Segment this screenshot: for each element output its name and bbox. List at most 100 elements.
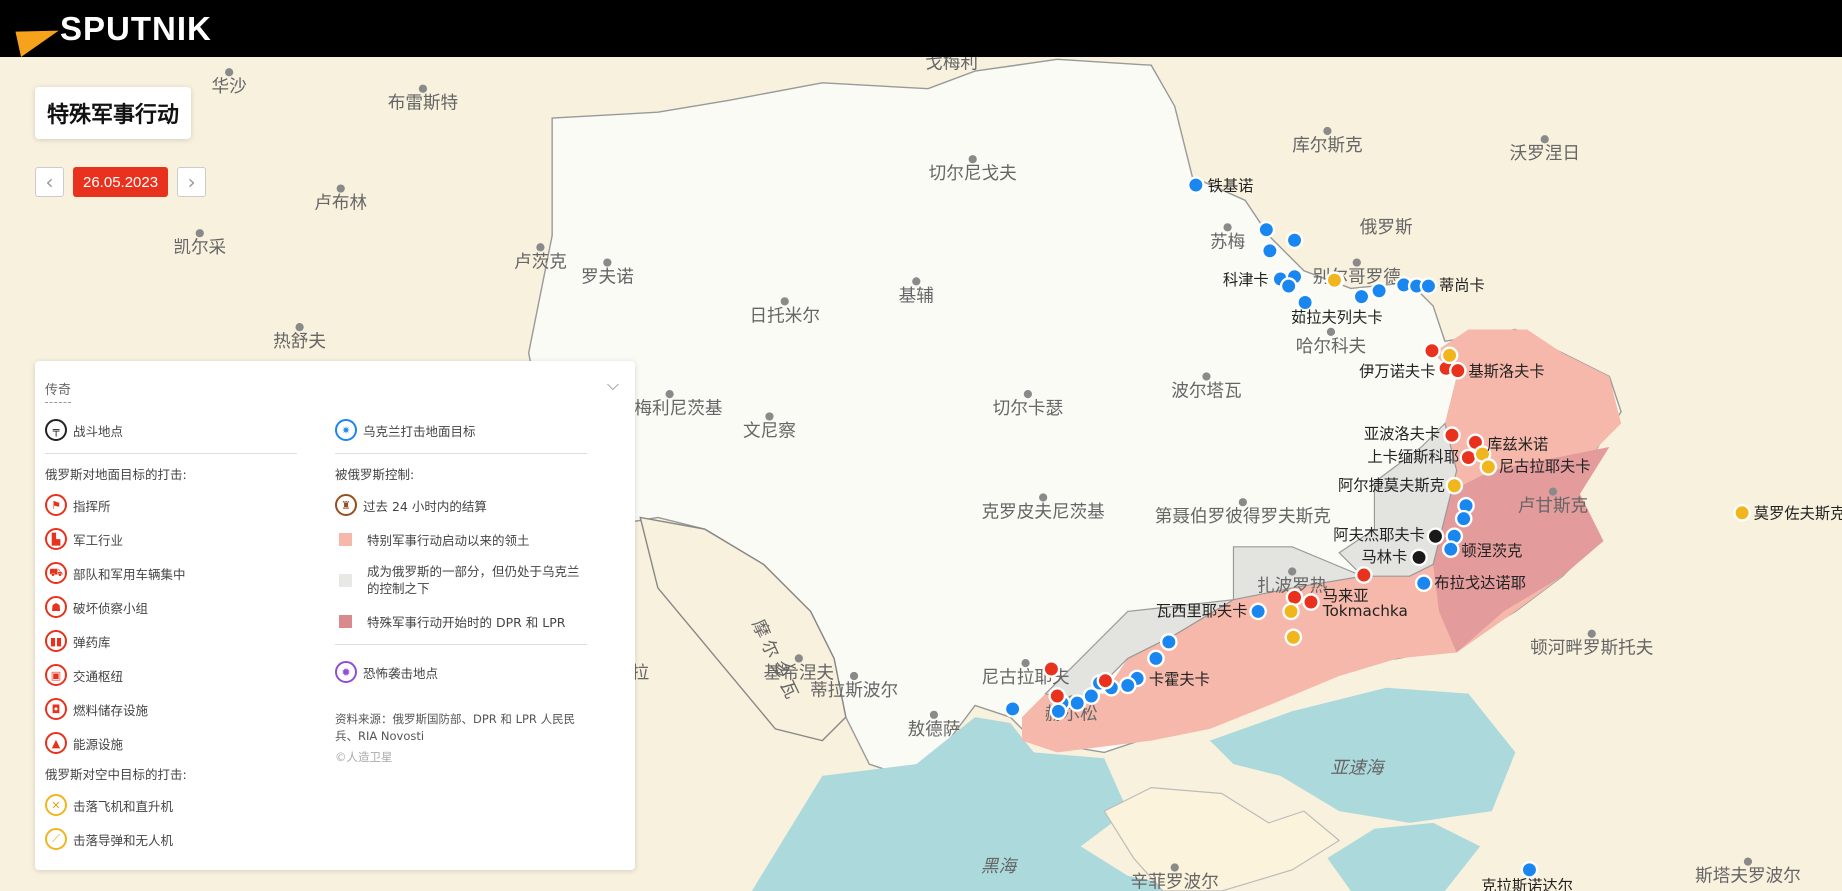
city-dot xyxy=(1288,567,1297,576)
russia-strike-marker[interactable] xyxy=(1355,566,1373,584)
combat-marker[interactable] xyxy=(1426,527,1445,546)
chevron-down-icon[interactable]: ⌵ xyxy=(607,375,619,395)
ukraine-strike-marker[interactable] xyxy=(1352,287,1371,306)
city-dot xyxy=(225,68,234,77)
city-label: 第聂伯罗彼得罗夫斯克 xyxy=(1155,507,1331,527)
air-strike-marker[interactable] xyxy=(1479,458,1498,476)
russia-strike-marker[interactable] xyxy=(1423,341,1441,360)
brand-logo[interactable]: SPUTNIK xyxy=(60,10,212,48)
marker-label: 顿涅茨克 xyxy=(1461,542,1522,560)
legend-item: 过去 24 小时内的结算 xyxy=(363,498,487,514)
marker-label: 库兹米诺 xyxy=(1487,435,1548,453)
marker-label: 阿夫杰耶夫卡 xyxy=(1333,526,1425,544)
city-dot xyxy=(1323,126,1332,136)
city-dot xyxy=(1223,223,1232,232)
russia-strike-marker[interactable] xyxy=(1096,671,1115,690)
current-date[interactable]: 26.05.2023 xyxy=(73,167,169,197)
ukraine-strike-marker[interactable] xyxy=(1118,676,1137,695)
russia-strike-marker[interactable] xyxy=(1302,593,1320,611)
city-dot xyxy=(1743,857,1753,866)
soldiers-icon: ☗ xyxy=(45,596,67,618)
legend-item: 成为俄罗斯的一部分，但仍处于乌克兰的控制之下 xyxy=(367,564,580,596)
marker-label: 莫罗佐夫斯克 xyxy=(1754,505,1842,523)
ukraine-strike-marker[interactable] xyxy=(1520,861,1539,879)
ukraine-strike-marker[interactable] xyxy=(1257,220,1276,239)
ukraine-strike-marker[interactable] xyxy=(1068,694,1087,712)
legend-item: 特殊军事行动开始时的 DPR 和 LPR xyxy=(367,614,566,630)
ukraine-strike-marker[interactable] xyxy=(1082,687,1101,705)
city-label: 戈梅利 xyxy=(925,57,978,74)
air-strike-marker[interactable] xyxy=(1325,271,1344,289)
fuel-tank-icon: ◘ xyxy=(45,698,67,720)
ukraine-strike-marker[interactable] xyxy=(1147,649,1165,668)
city-label: 卢甘斯克 xyxy=(1518,497,1588,517)
ukraine-strike-marker[interactable] xyxy=(1160,633,1178,651)
ukraine-strike-marker[interactable] xyxy=(1261,242,1279,260)
date-navigator: ‹ 26.05.2023 › xyxy=(35,167,207,197)
marker-label: 布拉戈达诺耶 xyxy=(1434,574,1526,592)
russia-strike-marker[interactable] xyxy=(1449,361,1467,380)
ukraine-strike-marker[interactable] xyxy=(1003,700,1022,718)
russia-strike-marker[interactable] xyxy=(1048,687,1067,705)
ukraine-strike-marker[interactable] xyxy=(1187,176,1205,194)
ukraine-strike-marker[interactable] xyxy=(1279,277,1298,295)
legend-combat: 战斗地点 xyxy=(73,423,124,439)
dpr-lpr-swatch xyxy=(339,614,352,628)
marker-label: 铁基诺 xyxy=(1208,177,1254,195)
legend-item: 指挥所 xyxy=(73,498,111,514)
flag-icon: ⚑ xyxy=(45,494,67,516)
marker-label: 亚波洛夫卡 xyxy=(1364,425,1440,443)
air-strike-marker[interactable] xyxy=(1445,476,1464,495)
city-label: 顿河畔罗斯托夫 xyxy=(1530,639,1654,659)
ukraine-strike-marker[interactable] xyxy=(1285,231,1304,250)
city-label: 日托米尔 xyxy=(750,306,820,326)
marker-label: 尼古拉耶夫卡 xyxy=(1499,458,1591,476)
marker-label: 科津卡 xyxy=(1223,271,1269,289)
ukraine-strike-marker[interactable] xyxy=(1414,574,1433,593)
city-dot xyxy=(1023,390,1033,399)
prev-date-button[interactable]: ‹ xyxy=(35,167,64,197)
next-date-button[interactable]: › xyxy=(177,167,207,197)
russia-strike-marker[interactable] xyxy=(1459,448,1478,467)
city-label: 基辅 xyxy=(899,286,934,306)
ukraine-strike-marker[interactable] xyxy=(1370,281,1388,300)
header: SPUTNIK xyxy=(0,0,1842,57)
legend-item: 燃料储存设施 xyxy=(73,702,149,718)
ukraine-strike-marker[interactable] xyxy=(1454,509,1473,528)
city-label: 亚速海 xyxy=(1330,759,1385,779)
city-label: 华沙 xyxy=(212,77,247,97)
city-dot xyxy=(1238,498,1247,507)
legend-item: 能源设施 xyxy=(73,736,124,752)
ukraine-strike-marker[interactable] xyxy=(1049,702,1068,721)
air-strike-marker[interactable] xyxy=(1282,602,1300,621)
legend-item: 击落飞机和直升机 xyxy=(73,798,174,814)
legend-item: 部队和军用车辆集中 xyxy=(73,566,186,582)
russia-strike-marker[interactable] xyxy=(1285,588,1304,607)
city-label: 斯塔夫罗波尔 xyxy=(1695,867,1801,887)
uncontrolled-swatch xyxy=(339,573,352,587)
train-icon: ▣ xyxy=(45,664,67,686)
legend-title[interactable]: 传奇 xyxy=(45,379,72,403)
russia-strike-marker[interactable] xyxy=(1042,660,1061,678)
legend-item: 交通枢纽 xyxy=(73,668,124,684)
legend-control-heading: 被俄罗斯控制: xyxy=(335,467,415,482)
ukraine-strike-marker[interactable] xyxy=(1249,602,1267,621)
legend-item: 军工行业 xyxy=(73,532,124,548)
city-dot xyxy=(1587,629,1596,638)
ukraine-strike-marker[interactable] xyxy=(1441,540,1460,558)
legend-source: 资料来源：俄罗斯国防部、DPR 和 LPR 人民民兵、RIA Novosti xyxy=(335,712,576,743)
combat-marker[interactable] xyxy=(1410,548,1428,567)
city-label: 文尼察 xyxy=(743,421,796,441)
rifle-icon: ╤ xyxy=(45,419,67,441)
russia-strike-marker[interactable] xyxy=(1443,426,1461,445)
city-label: 卢茨克 xyxy=(514,252,567,272)
marker-label: 上卡缅斯科耶 xyxy=(1367,448,1459,466)
air-strike-marker[interactable] xyxy=(1733,503,1751,522)
city-label: 切尔卡瑟 xyxy=(993,399,1064,419)
ukraine-strike-marker[interactable] xyxy=(1419,277,1438,295)
city-dot xyxy=(968,155,977,164)
air-strike-marker[interactable] xyxy=(1284,628,1303,647)
divider xyxy=(335,644,587,645)
air-strike-marker[interactable] xyxy=(1440,346,1459,365)
legend-item: 破坏侦察小组 xyxy=(73,600,149,616)
